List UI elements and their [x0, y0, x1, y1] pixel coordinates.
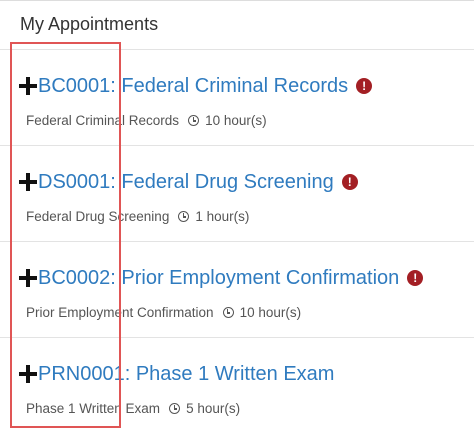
appointment-link[interactable]: DS0001: Federal Drug Screening: [38, 171, 334, 194]
appointment-link[interactable]: BC0001: Federal Criminal Records: [38, 75, 348, 98]
plus-icon[interactable]: [19, 269, 37, 287]
appointment-meta: Federal Criminal Records 10 hour(s): [26, 113, 267, 128]
appointment-duration: 10 hour(s): [205, 113, 267, 128]
appointment-description: Federal Drug Screening: [26, 209, 170, 224]
appointment-meta: Prior Employment Confirmation 10 hour(s): [26, 305, 301, 320]
panel-title: My Appointments: [20, 14, 159, 34]
appointment-description: Phase 1 Written Exam: [26, 401, 161, 416]
clock-icon: [188, 115, 200, 126]
exclamation-circle-icon: !: [356, 78, 373, 94]
appointment-title-row: BC0002: Prior Employment Confirmation !: [19, 265, 424, 291]
plus-icon[interactable]: [19, 173, 37, 191]
appointment-title-row: BC0001: Federal Criminal Records !: [19, 73, 373, 99]
appointment-link[interactable]: PRN0001: Phase 1 Written Exam: [38, 363, 334, 386]
appointment-duration: 1 hour(s): [195, 209, 250, 224]
appointment-item: DS0001: Federal Drug Screening ! Federal…: [0, 146, 474, 242]
appointment-duration: 10 hour(s): [239, 305, 302, 320]
clock-icon: [169, 403, 181, 414]
appointment-item: BC0001: Federal Criminal Records ! Feder…: [0, 50, 474, 146]
clock-icon: [178, 211, 190, 222]
appointment-meta: Federal Drug Screening 1 hour(s): [26, 209, 249, 224]
appointment-item: PRN0001: Phase 1 Written Exam Phase 1 Wr…: [0, 338, 474, 434]
plus-icon[interactable]: [19, 365, 37, 383]
appointment-description: Prior Employment Confirmation: [26, 305, 214, 320]
clock-icon: [222, 307, 234, 318]
appointment-title-row: DS0001: Federal Drug Screening !: [19, 169, 358, 195]
exclamation-circle-icon: !: [341, 174, 358, 190]
exclamation-circle-icon: !: [407, 270, 424, 286]
appointment-duration: 5 hour(s): [186, 401, 241, 416]
appointment-item: BC0002: Prior Employment Confirmation ! …: [0, 242, 474, 338]
appointment-title-row: PRN0001: Phase 1 Written Exam: [19, 361, 334, 387]
panel-header: My Appointments: [0, 0, 474, 50]
appointment-link[interactable]: BC0002: Prior Employment Confirmation: [38, 267, 399, 290]
appointment-meta: Phase 1 Written Exam 5 hour(s): [26, 401, 240, 416]
plus-icon[interactable]: [19, 77, 37, 95]
appointments-panel: My Appointments BC0001: Federal Criminal…: [0, 0, 474, 434]
appointment-description: Federal Criminal Records: [26, 113, 180, 128]
